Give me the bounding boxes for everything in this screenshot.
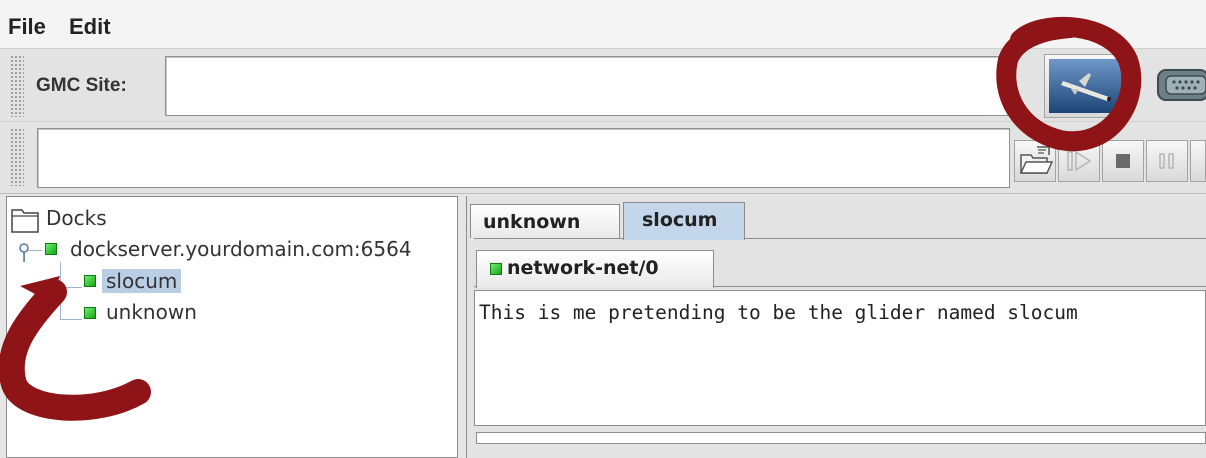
- annotation-arrow: [0, 279, 151, 421]
- annotation-circle: [996, 16, 1142, 152]
- annotation-overlay: [0, 16, 1142, 421]
